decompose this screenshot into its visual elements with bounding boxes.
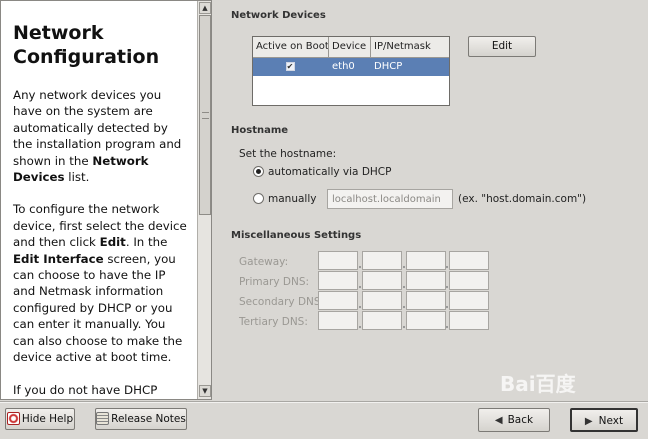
hide-help-button[interactable]: Hide Help <box>5 408 75 430</box>
misc-settings-heading: Miscellaneous Settings <box>231 230 362 241</box>
tertiary-dns-octet-2[interactable] <box>362 311 402 330</box>
secondary-dns-label: Secondary DNS: <box>239 296 325 308</box>
back-arrow-icon: ◀ <box>494 415 503 426</box>
hostname-prompt: Set the hostname: <box>239 148 337 160</box>
hostname-example: (ex. "host.domain.com") <box>458 193 587 205</box>
release-notes-label: Release Notes <box>111 413 186 425</box>
auto-dhcp-label[interactable]: automatically via DHCP <box>268 166 391 178</box>
gateway-octet-3[interactable] <box>406 251 446 270</box>
table-header: Active on Boot Device IP/Netmask <box>253 37 449 58</box>
tertiary-dns-octet-1[interactable] <box>318 311 358 330</box>
help-text-area: Network Configuration Any network device… <box>1 1 198 399</box>
help-paragraph-3: If you do not have DHCP client access or… <box>13 382 189 400</box>
help-scroll-thumb[interactable] <box>199 15 211 215</box>
device-cell: eth0 <box>332 61 355 72</box>
hostname-heading: Hostname <box>231 125 289 136</box>
secondary-dns-octet-3[interactable] <box>406 291 446 310</box>
back-button[interactable]: ◀ Back <box>478 408 550 432</box>
gateway-octet-1[interactable] <box>318 251 358 270</box>
help-scrollbar[interactable]: ▲ ▼ <box>197 1 211 399</box>
secondary-dns-octet-4[interactable] <box>449 291 489 310</box>
secondary-dns-octet-1[interactable] <box>318 291 358 310</box>
next-arrow-icon: ▶ <box>584 416 593 427</box>
active-on-boot-checkbox[interactable]: ✔ <box>285 62 295 71</box>
manual-radio[interactable] <box>253 193 264 204</box>
secondary-dns-octet-2[interactable] <box>362 291 402 310</box>
tertiary-dns-label: Tertiary DNS: <box>239 316 308 328</box>
primary-dns-octet-3[interactable] <box>406 271 446 290</box>
help-paragraph-1: Any network devices you have on the syst… <box>13 88 182 185</box>
primary-dns-octet-1[interactable] <box>318 271 358 290</box>
lifebuoy-icon <box>6 412 20 425</box>
next-label: Next <box>598 415 624 427</box>
primary-dns-label: Primary DNS: <box>239 276 310 288</box>
next-button[interactable]: ▶ Next <box>570 408 638 432</box>
ip-netmask-cell: DHCP <box>374 61 403 72</box>
notes-icon <box>96 412 110 425</box>
hostname-input[interactable] <box>327 189 453 209</box>
edit-button[interactable]: Edit <box>468 36 536 57</box>
gateway-octet-4[interactable] <box>449 251 489 270</box>
column-header-ip[interactable]: IP/Netmask <box>371 37 449 58</box>
auto-dhcp-radio[interactable] <box>253 166 264 177</box>
hide-help-label: Hide Help <box>21 413 74 425</box>
primary-dns-octet-2[interactable] <box>362 271 402 290</box>
baidu-watermark: Bai百度 <box>500 372 576 396</box>
scroll-down-arrow-icon[interactable]: ▼ <box>199 385 211 397</box>
active-cell: ✔ <box>253 58 329 76</box>
back-label: Back <box>507 414 534 426</box>
help-panel: Network Configuration Any network device… <box>0 0 212 400</box>
network-devices-heading: Network Devices <box>231 10 326 21</box>
column-header-device[interactable]: Device <box>329 37 371 58</box>
release-notes-button[interactable]: Release Notes <box>95 408 187 430</box>
gateway-octet-2[interactable] <box>362 251 402 270</box>
help-paragraph-2: To configure the network device, first s… <box>13 202 187 365</box>
network-devices-table[interactable]: Active on Boot Device IP/Netmask ✔ eth0 … <box>252 36 450 106</box>
column-header-active[interactable]: Active on Boot <box>253 37 329 58</box>
scroll-up-arrow-icon[interactable]: ▲ <box>199 2 211 14</box>
help-title: Network Configuration <box>13 22 160 68</box>
primary-dns-octet-4[interactable] <box>449 271 489 290</box>
manual-label[interactable]: manually <box>268 193 316 205</box>
tertiary-dns-octet-3[interactable] <box>406 311 446 330</box>
gateway-label: Gateway: <box>239 256 289 268</box>
tertiary-dns-octet-4[interactable] <box>449 311 489 330</box>
table-row[interactable]: ✔ eth0 DHCP <box>253 58 449 76</box>
